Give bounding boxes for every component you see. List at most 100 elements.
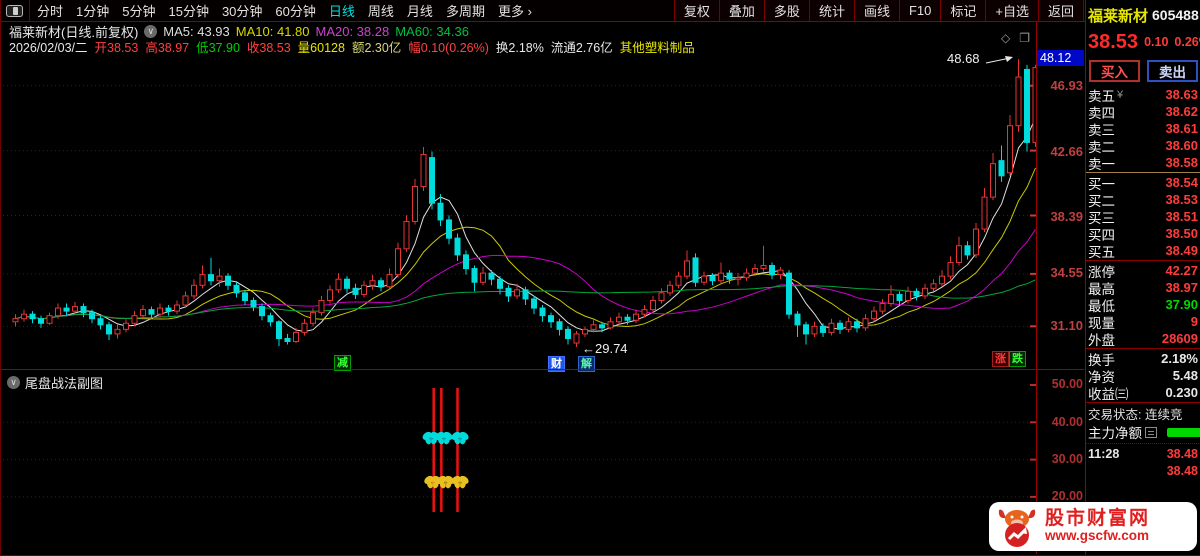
tab-5min[interactable]: 5分钟 — [122, 1, 155, 20]
chevron-down-icon[interactable]: ∨ — [7, 376, 20, 389]
info-amount: 额2.30亿 — [351, 40, 402, 55]
tab-60min[interactable]: 60分钟 — [275, 1, 315, 20]
sell-level-4[interactable]: 卖四 38.62 — [1086, 103, 1200, 121]
logo-url: www.gscfw.com — [1045, 528, 1150, 544]
tools-toolbar: 复权 叠加 多股 统计 画线 F10 标记 +自选 返回 — [673, 0, 1084, 21]
tab-1min[interactable]: 1分钟 — [76, 1, 109, 20]
main-net-label: 主力净额 — [1088, 426, 1142, 441]
sub-indicator-panel: ∨ 尾盘战法副图 50.00 40.00 30.00 20.00 — [1, 370, 1084, 555]
sell-level-2[interactable]: 卖二 38.60 — [1086, 137, 1200, 155]
stat-net-assets: 净资 5.48 — [1088, 368, 1198, 385]
price-summary: 38.53 0.10 0.26% — [1086, 28, 1200, 56]
tab-monthly[interactable]: 月线 — [407, 1, 433, 20]
buy-level-5[interactable]: 买五 38.49 — [1086, 242, 1200, 260]
multi-stock-button[interactable]: 多股 — [763, 0, 809, 21]
sub-y-axis-label: 20.00 — [1051, 489, 1083, 503]
annotation-arrow-icon — [985, 56, 1013, 64]
logo-title: 股市财富网 — [1045, 508, 1151, 530]
trade-status: 交易状态: 连续竞 — [1088, 407, 1183, 422]
draw-line-button[interactable]: 画线 — [853, 0, 899, 21]
chart-corner-icons: ◇ ❐ — [1001, 31, 1030, 45]
tab-more[interactable]: 更多 › — [498, 1, 532, 20]
mark-button[interactable]: 标记 — [940, 0, 986, 21]
layout-icon[interactable] — [6, 4, 23, 17]
info-industry: 其他塑料制品 — [619, 40, 695, 55]
main-net-row: 主力净额 — [1086, 422, 1200, 442]
marker-down-badge[interactable]: 跌 — [1009, 351, 1026, 367]
stat-eps: 收益㈢ 0.230 — [1088, 385, 1198, 402]
stat-low: 最低 37.90 — [1088, 297, 1198, 314]
price-change: 0.10 — [1144, 35, 1169, 49]
price-change-pct: 0.26% — [1174, 35, 1200, 49]
last-price: 38.53 — [1088, 30, 1139, 53]
f10-button[interactable]: F10 — [898, 0, 941, 21]
back-button[interactable]: 返回 — [1037, 0, 1084, 21]
overlay-button[interactable]: 叠加 — [718, 0, 764, 21]
chart-info-line: 2026/02/03/二 开38.53 高38.97 低37.90 收38.53… — [9, 39, 695, 55]
tab-weekly[interactable]: 周线 — [368, 1, 394, 20]
tick-row: 38.48 — [1166, 463, 1198, 478]
tab-fenshi[interactable]: 分时 — [37, 1, 63, 20]
info-float: 流通2.76亿 — [550, 40, 613, 55]
y-axis-label: 34.55 — [1050, 265, 1083, 280]
sub-indicator-plot[interactable] — [1, 370, 1037, 555]
stock-name: 福莱新材 — [1088, 7, 1149, 25]
tab-multi-period[interactable]: 多周期 — [446, 1, 485, 20]
buy-level-4[interactable]: 买四 38.50 — [1086, 225, 1200, 243]
y-axis-label: 38.39 — [1050, 209, 1083, 224]
butterfly-icon — [451, 475, 469, 489]
tab-daily[interactable]: 日线 — [329, 1, 355, 20]
buy-level-3[interactable]: 买三 38.51 — [1086, 208, 1200, 226]
tab-30min[interactable]: 30分钟 — [222, 1, 262, 20]
sell-button[interactable]: 卖出 — [1147, 60, 1198, 82]
buy-level-1[interactable]: 买一 38.54 — [1086, 174, 1200, 192]
sub-y-axis-label: 50.00 — [1051, 377, 1083, 391]
adjust-button[interactable]: 复权 — [673, 0, 719, 21]
info-high: 高38.97 — [145, 40, 190, 55]
info-range: 幅0.10(0.26%) — [408, 40, 489, 55]
period-toolbar: 分时 1分钟 5分钟 15分钟 30分钟 60分钟 日线 周线 月线 多周期 更… — [1, 0, 545, 22]
stock-identity: 福莱新材 605488 — [1086, 0, 1200, 28]
list-icon[interactable] — [1145, 426, 1157, 438]
main-chart-area: 福莱新材(日线.前复权) ∨ MA5: 43.93 MA10: 41.80 MA… — [1, 22, 1084, 372]
info-open: 开38.53 — [94, 40, 139, 55]
main-chart-plot[interactable] — [1, 22, 1037, 370]
sub-indicator-title: 尾盘战法副图 — [25, 376, 104, 391]
stat-high: 最高 38.97 — [1088, 280, 1198, 297]
high-annotation: 48.68 — [947, 51, 980, 66]
tab-15min[interactable]: 15分钟 — [168, 1, 208, 20]
low-annotation: ←29.74 — [582, 341, 628, 356]
butterfly-icon — [451, 431, 469, 445]
panel-icon[interactable]: ❐ — [1019, 31, 1030, 45]
info-close: 收38.53 — [246, 40, 291, 55]
y-axis-label: 42.66 — [1050, 144, 1083, 159]
butterfly-icon — [435, 431, 453, 445]
sell-level-1[interactable]: 卖一 38.58 — [1086, 154, 1200, 172]
butterflies — [422, 431, 469, 489]
app-window: 分时 1分钟 5分钟 15分钟 30分钟 60分钟 日线 周线 月线 多周期 更… — [0, 0, 1200, 556]
stat-outer-volume: 外盘 28609 — [1088, 331, 1198, 348]
signal-lines — [432, 388, 459, 512]
last-price-tag: 48.12 — [1037, 50, 1084, 66]
diamond-icon[interactable]: ◇ — [1001, 31, 1010, 45]
sub-y-axis-label: 40.00 — [1051, 415, 1083, 429]
main-net-bar — [1167, 427, 1200, 437]
buy-button[interactable]: 买入 — [1089, 60, 1140, 82]
sub-y-axis-label: 30.00 — [1051, 452, 1083, 466]
stat-turnover: 换手 2.18% — [1088, 351, 1198, 368]
marker-up-badge[interactable]: 涨 — [992, 351, 1009, 367]
trade-buttons: 买入 卖出 — [1086, 56, 1200, 86]
y-axis-label: 46.93 — [1050, 78, 1083, 93]
y-axis-label: 31.10 — [1050, 318, 1083, 333]
sell-level-5[interactable]: 卖五 ¥ 38.63 — [1086, 86, 1200, 104]
bull-icon — [998, 509, 1036, 547]
tick-row: 11:28 38.48 — [1088, 446, 1198, 461]
top-toolbar: 分时 1分钟 5分钟 15分钟 30分钟 60分钟 日线 周线 月线 多周期 更… — [1, 0, 1200, 22]
sub-indicator-header: ∨ 尾盘战法副图 — [7, 373, 103, 392]
info-date: 2026/02/03/二 — [9, 40, 88, 55]
sell-level-3[interactable]: 卖三 38.61 — [1086, 120, 1200, 138]
stats-button[interactable]: 统计 — [808, 0, 854, 21]
add-watchlist-button[interactable]: +自选 — [985, 0, 1038, 21]
quote-panel: 福莱新材 605488 38.53 0.10 0.26% 买入 卖出 卖五 ¥ … — [1085, 0, 1200, 555]
buy-level-2[interactable]: 买二 38.53 — [1086, 191, 1200, 209]
